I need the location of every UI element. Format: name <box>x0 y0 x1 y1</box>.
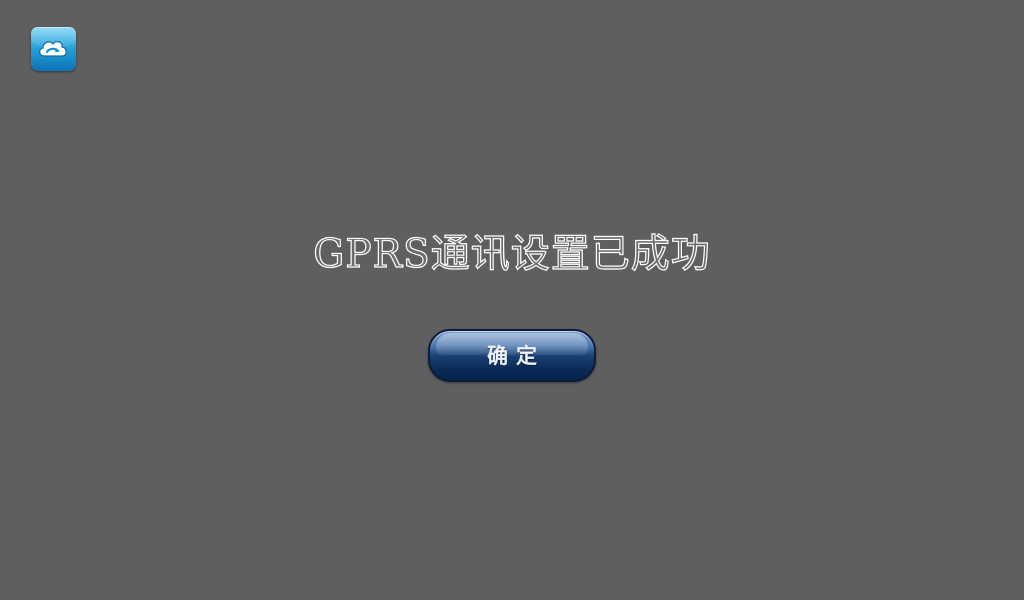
cloud-sync-icon[interactable] <box>31 27 76 71</box>
cloud-glyph <box>39 41 67 57</box>
confirm-button[interactable]: 确定 <box>428 329 596 382</box>
status-message: GPRS通讯设置已成功 <box>313 231 711 277</box>
confirm-button-label: 确定 <box>487 344 545 368</box>
